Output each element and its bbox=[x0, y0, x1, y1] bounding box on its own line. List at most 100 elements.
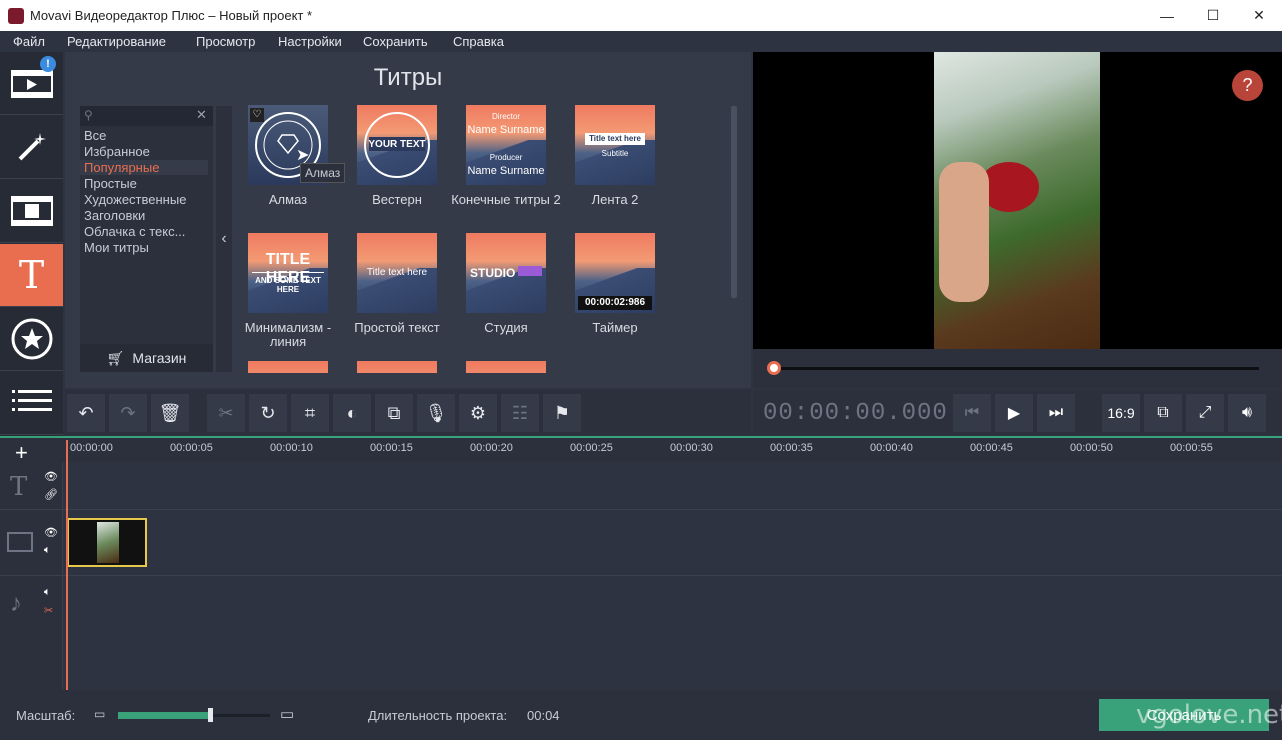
title-tile-ribbon-2[interactable]: Title text here Subtitle bbox=[575, 105, 655, 185]
visibility-eye-icon[interactable]: 👁︎ bbox=[44, 470, 58, 483]
title-tile-timer[interactable]: 00:00:02:986 bbox=[575, 233, 655, 313]
next-frame-button[interactable]: ⏭ bbox=[1037, 394, 1075, 432]
shop-button[interactable]: 🛒︎ Магазин bbox=[80, 344, 213, 372]
seek-handle[interactable] bbox=[767, 361, 781, 375]
visibility-eye-icon[interactable]: 👁︎ bbox=[44, 526, 58, 539]
record-audio-button[interactable]: 🎙︎ bbox=[417, 394, 455, 432]
category-all[interactable]: Все bbox=[84, 128, 212, 143]
nav-transitions[interactable] bbox=[0, 180, 63, 243]
tiles-scrollbar[interactable] bbox=[731, 106, 737, 298]
help-button[interactable]: ? bbox=[1232, 70, 1263, 101]
menu-edit[interactable]: Редактирование bbox=[67, 34, 166, 49]
prev-frame-button[interactable]: ⏮ bbox=[953, 394, 991, 432]
zoom-out-icon[interactable]: ▭ bbox=[94, 707, 105, 721]
category-artistic[interactable]: Художественные bbox=[84, 192, 212, 207]
title-track-header: T 👁︎ 🔗︎ bbox=[0, 462, 63, 509]
nav-more[interactable] bbox=[0, 372, 63, 435]
play-button[interactable]: ▶ bbox=[995, 394, 1033, 432]
maximize-button[interactable]: ☐ bbox=[1190, 0, 1236, 31]
tile-overlay-text: Title text here bbox=[366, 267, 428, 278]
category-speech-bubbles[interactable]: Облачка с текс... bbox=[84, 224, 212, 239]
favorite-heart-icon[interactable]: ♡ bbox=[250, 108, 264, 122]
clip-thumbnail bbox=[97, 522, 119, 563]
title-tile-simple-text[interactable]: Title text here bbox=[357, 233, 437, 313]
close-button[interactable]: ✕ bbox=[1236, 0, 1282, 31]
nav-titles[interactable]: T bbox=[0, 244, 63, 307]
volume-button[interactable]: 🔊︎ bbox=[1228, 394, 1266, 432]
microphone-icon: 🎙︎ bbox=[424, 402, 448, 423]
detach-preview-button[interactable]: ⧉ bbox=[1144, 394, 1182, 432]
cut-button[interactable]: ✂ bbox=[207, 394, 245, 432]
menu-view[interactable]: Просмотр bbox=[196, 34, 255, 49]
title-tile-end-credits-2[interactable]: Director Name Surname Producer Name Surn… bbox=[466, 105, 546, 185]
tile-overlay-text: Title text here bbox=[589, 134, 641, 143]
title-tile-partial[interactable] bbox=[248, 361, 328, 373]
tile-overlay-text: Name Surname bbox=[467, 124, 545, 136]
nav-import[interactable]: ! bbox=[0, 52, 63, 115]
category-simple[interactable]: Простые bbox=[84, 176, 212, 191]
video-track[interactable]: 👁︎ 🔈︎ bbox=[0, 510, 1282, 576]
menu-help[interactable]: Справка bbox=[453, 34, 504, 49]
playhead[interactable] bbox=[66, 440, 68, 690]
crop-button[interactable]: ⌗ bbox=[291, 394, 329, 432]
category-my-titles[interactable]: Мои титры bbox=[84, 240, 212, 255]
menu-settings[interactable]: Настройки bbox=[278, 34, 342, 49]
zoom-in-icon[interactable]: ▭ bbox=[280, 705, 294, 723]
link-icon[interactable]: 🔗︎ bbox=[44, 488, 58, 501]
menu-file[interactable]: Файл bbox=[13, 34, 45, 49]
app-icon bbox=[8, 8, 24, 24]
equalizer-button[interactable]: ☷ bbox=[501, 394, 539, 432]
rotate-button[interactable]: ↻ bbox=[249, 394, 287, 432]
speaker-icon[interactable]: 🔈︎ bbox=[44, 586, 51, 599]
ruler-tick: 00:00:05 bbox=[170, 442, 213, 454]
undo-button[interactable]: ↶ bbox=[67, 394, 105, 432]
transition-wizard-button[interactable]: ⧉ bbox=[375, 394, 413, 432]
tile-label-studio: Студия bbox=[484, 320, 528, 335]
timeline-ruler[interactable]: + 00:00:00 00:00:05 00:00:10 00:00:15 00… bbox=[0, 436, 1282, 465]
undo-icon: ↶ bbox=[78, 402, 94, 423]
marker-button[interactable]: ⚑ bbox=[543, 394, 581, 432]
minimize-button[interactable]: — bbox=[1144, 0, 1190, 31]
title-track[interactable]: T 👁︎ 🔗︎ bbox=[0, 462, 1282, 510]
redo-button[interactable]: ↷ bbox=[109, 394, 147, 432]
aspect-ratio-button[interactable]: 16:9 bbox=[1102, 394, 1140, 432]
duration-label: Длительность проекта: bbox=[368, 708, 508, 723]
search-input[interactable]: ⚲ ✕ bbox=[80, 106, 213, 126]
fullscreen-icon: ⤢ bbox=[1198, 404, 1212, 421]
video-clip[interactable] bbox=[67, 518, 147, 567]
clip-properties-button[interactable]: ⚙ bbox=[459, 394, 497, 432]
seek-bar[interactable] bbox=[753, 349, 1282, 388]
title-tile-partial[interactable] bbox=[466, 361, 546, 373]
rotate-icon: ↻ bbox=[260, 402, 276, 423]
audio-track-header: ♪ 🔈︎ ✂ bbox=[0, 576, 63, 690]
speaker-icon[interactable]: 🔈︎ bbox=[44, 544, 51, 557]
status-bar: Масштаб: ▭ ▭ Длительность проекта: 00:04… bbox=[0, 690, 1282, 740]
play-icon: ▶ bbox=[1007, 405, 1021, 422]
audio-track[interactable]: ♪ 🔈︎ ✂ bbox=[0, 576, 1282, 690]
zoom-slider-handle[interactable] bbox=[208, 708, 213, 722]
title-tile-studio[interactable]: STUDIO bbox=[466, 233, 546, 313]
ruler-tick: 00:00:35 bbox=[770, 442, 813, 454]
color-adjust-button[interactable]: ◐ bbox=[333, 394, 371, 432]
fullscreen-button[interactable]: ⤢ bbox=[1186, 394, 1224, 432]
title-tile-minimalism-line[interactable]: TITLE HERE AND SOME TEXT HERE bbox=[248, 233, 328, 313]
title-tile-partial[interactable] bbox=[357, 361, 437, 373]
nav-stickers[interactable] bbox=[0, 308, 63, 371]
unlink-icon[interactable]: ✂ bbox=[44, 604, 53, 617]
chevron-left-icon: ‹ bbox=[221, 230, 227, 247]
collapse-panel-button[interactable]: ‹ bbox=[216, 106, 232, 372]
category-headings[interactable]: Заголовки bbox=[84, 208, 212, 223]
category-popular[interactable]: Популярные bbox=[80, 160, 208, 175]
delete-button[interactable]: 🗑︎ bbox=[151, 394, 189, 432]
tile-overlay-text: STUDIO bbox=[470, 266, 516, 280]
left-toolbar: ! T bbox=[0, 52, 63, 436]
menu-save[interactable]: Сохранить bbox=[363, 34, 428, 49]
notification-badge: ! bbox=[40, 56, 56, 72]
tile-label-ribbon-2: Лента 2 bbox=[591, 192, 639, 207]
seek-track[interactable] bbox=[773, 367, 1259, 370]
tile-overlay-text: Director bbox=[491, 112, 520, 121]
clear-search-icon[interactable]: ✕ bbox=[196, 107, 207, 123]
nav-filters[interactable] bbox=[0, 116, 63, 179]
category-favorites[interactable]: Избранное bbox=[84, 144, 212, 159]
title-tile-western[interactable]: YOUR TEXT bbox=[357, 105, 437, 185]
